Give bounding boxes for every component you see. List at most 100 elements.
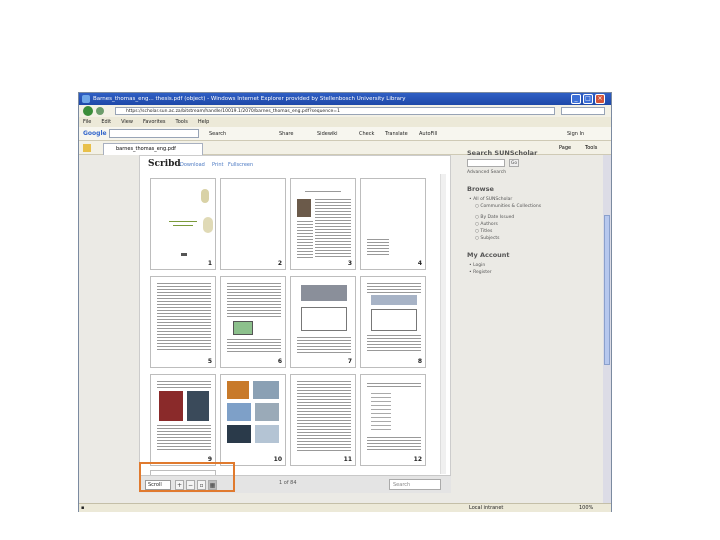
text-block: [367, 239, 389, 257]
menu-edit[interactable]: Edit: [101, 119, 111, 125]
title-line: [173, 225, 193, 226]
text-block: [297, 381, 351, 451]
menu-bar: File Edit View Favorites Tools Help: [79, 117, 611, 127]
minimize-button[interactable]: _: [571, 94, 581, 104]
menu-view[interactable]: View: [121, 119, 133, 125]
check-button[interactable]: Check: [359, 129, 374, 139]
register-label: Register: [473, 270, 492, 275]
text-block: [157, 381, 211, 389]
page-thumbnail[interactable]: 3: [290, 178, 356, 270]
browse-titles[interactable]: ○ Titles: [475, 229, 492, 234]
share-button[interactable]: Share: [279, 129, 293, 139]
tab-pdf[interactable]: barnes_thomas_eng.pdf: [103, 143, 203, 155]
done-icon: ▪: [81, 505, 85, 511]
menu-tools[interactable]: Tools: [176, 119, 188, 125]
page-thumbnail[interactable]: 9: [150, 374, 216, 466]
google-search-input[interactable]: [109, 129, 199, 138]
favorites-star-icon[interactable]: [83, 144, 91, 152]
google-toolbar: Google Search Share Sidewiki Check Trans…: [79, 127, 611, 141]
maximize-button[interactable]: □: [583, 94, 593, 104]
scribd-viewer: Scribd Download Print Fullscreen 1 2 3 4…: [139, 155, 451, 493]
menu-file[interactable]: File: [83, 119, 91, 125]
text-block: [367, 437, 421, 451]
back-arrow-icon[interactable]: [83, 106, 93, 116]
photo-image: [227, 425, 251, 443]
figure-image: [233, 321, 253, 335]
page-thumbnail[interactable]: 6: [220, 276, 286, 368]
advanced-search-link[interactable]: Advanced Search: [467, 170, 506, 175]
go-button[interactable]: Go: [509, 159, 519, 167]
forward-arrow-icon[interactable]: [96, 107, 104, 115]
highlight-box: [139, 462, 235, 492]
login-link[interactable]: • Login: [469, 263, 485, 268]
address-bar[interactable]: https://scholar.sun.ac.za/bitstream/hand…: [115, 107, 555, 115]
browse-authors[interactable]: ○ Authors: [475, 222, 498, 227]
zoom-level[interactable]: 100%: [579, 504, 593, 512]
tools-menu[interactable]: Tools: [585, 143, 597, 153]
page-thumbnail[interactable]: 11: [290, 374, 356, 466]
autofill-button[interactable]: AutoFill: [419, 129, 437, 139]
search-heading: Search SUNScholar: [467, 149, 538, 157]
page-thumbnail[interactable]: 4: [360, 178, 426, 270]
browse-communities[interactable]: ○ Communities & Collections: [475, 204, 541, 209]
scribd-logo: Scribd: [148, 159, 181, 169]
text-block: [367, 283, 421, 293]
status-bar: ▪ Local intranet 100%: [79, 503, 611, 512]
page-number: 11: [343, 456, 352, 463]
text-line: [305, 191, 341, 192]
sidewiki-button[interactable]: Sidewiki: [317, 129, 338, 139]
page-content: Scribd Download Print Fullscreen 1 2 3 4…: [79, 149, 603, 503]
title-bar: Barnes_thomas_eng... thesis.pdf (object)…: [79, 93, 611, 105]
table-block: [371, 393, 391, 433]
text-block: [315, 199, 351, 259]
sidebar-search-input[interactable]: [467, 159, 505, 167]
page-thumbnail[interactable]: 12: [360, 374, 426, 466]
page-thumbnail[interactable]: 5: [150, 276, 216, 368]
chart-figure: [371, 309, 417, 331]
print-link[interactable]: Print: [212, 162, 224, 168]
browse-subjects[interactable]: ○ Subjects: [475, 236, 500, 241]
page-thumbnail[interactable]: 7: [290, 276, 356, 368]
photo-image: [371, 295, 417, 305]
address-row: https://scholar.sun.ac.za/bitstream/hand…: [79, 105, 611, 117]
photo-image: [255, 425, 279, 443]
page-number: 6: [277, 358, 282, 365]
register-link[interactable]: • Register: [469, 270, 492, 275]
page-number: 12: [413, 456, 422, 463]
browse-all[interactable]: • All of SUNScholar: [469, 197, 512, 202]
sidebar: Search SUNScholar Go Advanced Search Bro…: [463, 149, 603, 503]
browse-authors-label: Authors: [480, 222, 498, 227]
text-block: [227, 339, 281, 353]
viewer-scrollbar[interactable]: [440, 174, 446, 474]
page-menu[interactable]: Page: [559, 143, 571, 153]
google-search-button[interactable]: Search: [209, 129, 226, 139]
download-link[interactable]: Download: [180, 162, 205, 168]
scrollbar-thumb[interactable]: [604, 215, 610, 365]
browse-communities-label: Communities & Collections: [480, 204, 542, 209]
sign-in-button[interactable]: Sign In: [567, 129, 584, 139]
photo-image: [301, 285, 347, 301]
browse-date[interactable]: ○ By Date Issued: [475, 215, 514, 220]
photo-image: [187, 391, 209, 421]
author-photo: [297, 199, 311, 217]
document-search-input[interactable]: Search: [389, 479, 441, 490]
fullscreen-link[interactable]: Fullscreen: [228, 162, 253, 168]
text-block: [227, 283, 281, 317]
account-heading: My Account: [467, 251, 510, 259]
photo-image: [255, 403, 279, 421]
page-thumbnail[interactable]: 2: [220, 178, 286, 270]
page-thumbnail[interactable]: 1: [150, 178, 216, 270]
menu-help[interactable]: Help: [198, 119, 209, 125]
search-box[interactable]: [561, 107, 605, 115]
page-indicator: 1 of 84: [279, 480, 297, 486]
menu-favorites[interactable]: Favorites: [143, 119, 166, 125]
text-block: [297, 337, 351, 353]
page-thumbnail[interactable]: 10: [220, 374, 286, 466]
page-scrollbar[interactable]: [603, 155, 611, 503]
translate-button[interactable]: Translate: [385, 129, 408, 139]
close-button[interactable]: ×: [595, 94, 605, 104]
ie-icon: [82, 95, 90, 103]
browse-subjects-label: Subjects: [480, 236, 500, 241]
photo-image: [227, 381, 249, 399]
page-thumbnail[interactable]: 8: [360, 276, 426, 368]
